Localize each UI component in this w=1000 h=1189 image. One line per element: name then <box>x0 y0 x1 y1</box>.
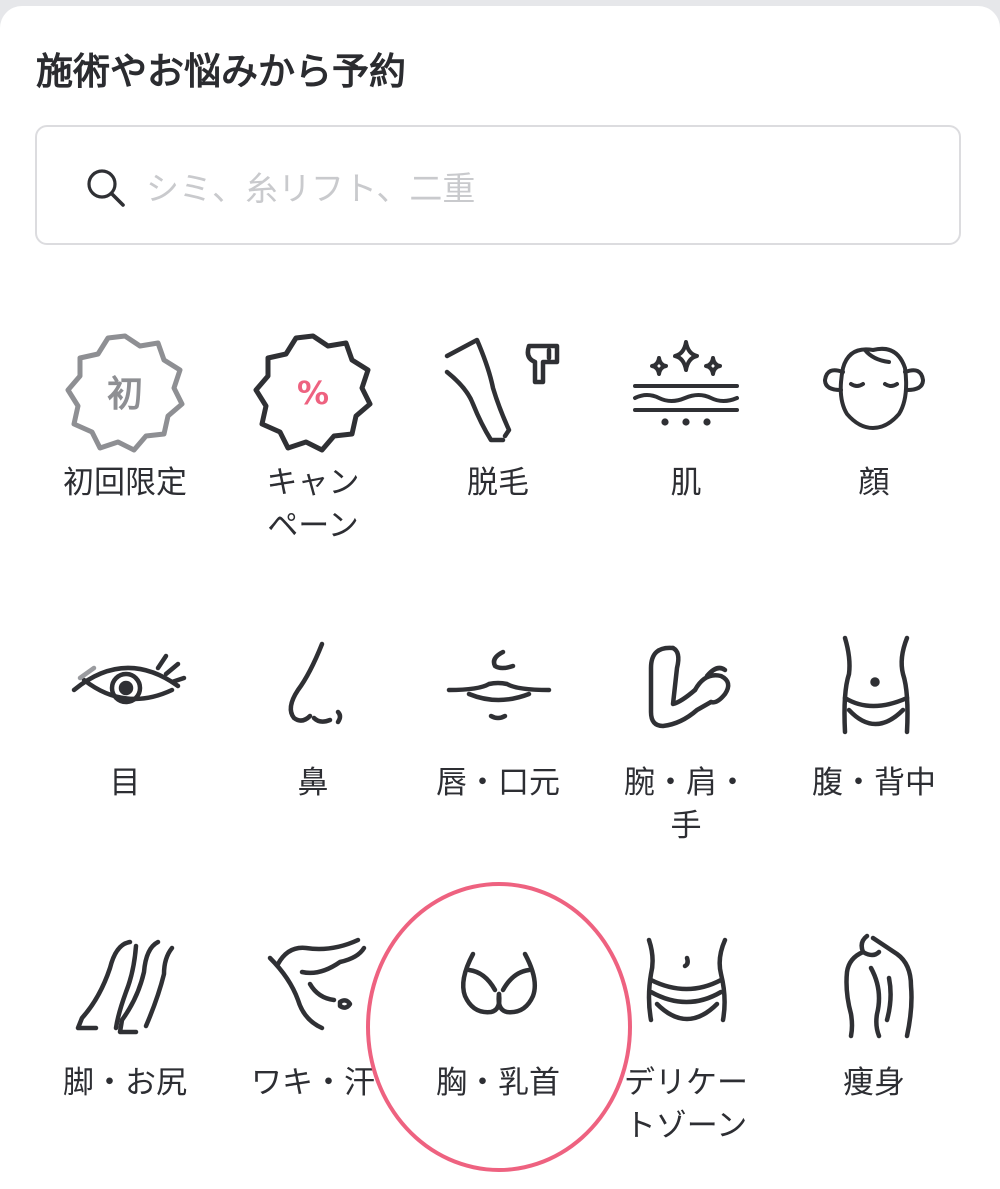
nose-icon <box>288 641 343 725</box>
category-label: 肌 <box>670 465 702 501</box>
search-input[interactable] <box>146 160 926 216</box>
category-face[interactable]: 顔 <box>779 328 969 578</box>
category-slimming[interactable]: 痩身 <box>779 928 969 1178</box>
category-label: 脱毛 <box>467 465 529 501</box>
eye-icon <box>71 653 187 705</box>
arm-icon <box>648 645 731 729</box>
category-label: 痩身 <box>843 1065 905 1101</box>
hair-removal-icon <box>444 337 560 443</box>
page-title: 施術やお悩みから予約 <box>36 50 406 93</box>
category-label: 胸・乳首 <box>436 1065 560 1101</box>
category-nose[interactable]: 鼻 <box>218 628 408 878</box>
search-icon <box>87 169 125 207</box>
chest-icon <box>461 951 537 1015</box>
category-armpit[interactable]: ワキ・汗 <box>218 928 408 1178</box>
skin-sparkle-icon <box>633 340 739 426</box>
category-label: 腕・肩・ 手 <box>624 765 748 844</box>
belly-icon <box>842 635 910 735</box>
category-eye[interactable]: 目 <box>30 628 220 878</box>
category-label: キャン ペーン <box>266 465 360 544</box>
delicate-zone-icon <box>646 937 728 1023</box>
lips-icon <box>446 649 552 721</box>
category-campaign[interactable]: % キャン ペーン <box>218 328 408 578</box>
category-legs[interactable]: 脚・お尻 <box>30 928 220 1178</box>
category-label: 脚・お尻 <box>63 1065 187 1101</box>
category-label: 唇・口元 <box>436 765 560 801</box>
category-arm[interactable]: 腕・肩・ 手 <box>591 628 781 878</box>
category-lips[interactable]: 唇・口元 <box>403 628 593 878</box>
category-hair-removal[interactable]: 脱毛 <box>403 328 593 578</box>
armpit-icon <box>267 937 367 1031</box>
category-label: 腹・背中 <box>812 765 936 801</box>
legs-icon <box>75 939 175 1035</box>
slimming-body-icon <box>844 933 914 1039</box>
first-time-badge-text: 初 <box>107 374 143 415</box>
first-time-badge-icon: 初 <box>65 333 185 453</box>
category-label: 初回限定 <box>63 465 187 501</box>
category-label: ワキ・汗 <box>251 1065 375 1101</box>
category-label: 鼻 <box>297 765 329 801</box>
category-label: デリケー トゾーン <box>624 1065 748 1144</box>
category-first-time[interactable]: 初 初回限定 <box>30 328 220 578</box>
category-chest[interactable]: 胸・乳首 <box>403 928 593 1178</box>
category-skin[interactable]: 肌 <box>591 328 781 578</box>
category-delicate-zone[interactable]: デリケー トゾーン <box>591 928 781 1178</box>
category-belly[interactable]: 腹・背中 <box>779 628 969 878</box>
category-label: 顔 <box>858 465 890 501</box>
category-label: 目 <box>109 765 141 801</box>
face-icon <box>823 346 925 430</box>
percent-badge-text: % <box>297 374 329 412</box>
campaign-percent-badge-icon: % <box>253 333 373 453</box>
